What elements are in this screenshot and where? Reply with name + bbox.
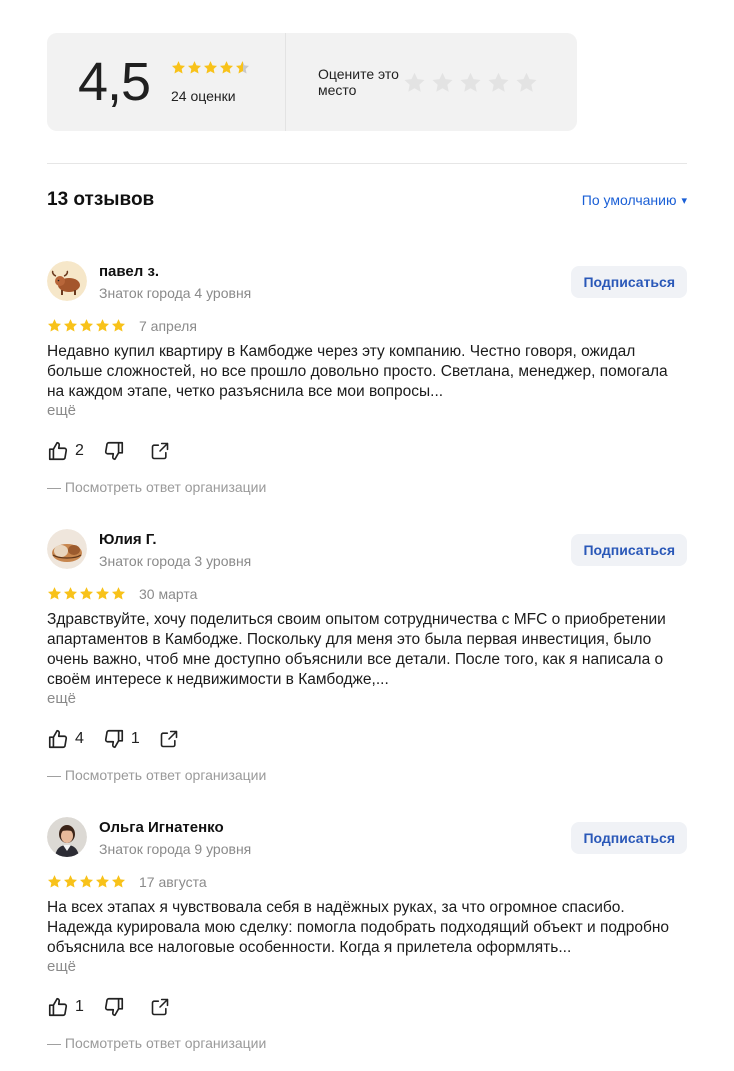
author-name[interactable]: павел з. <box>99 263 159 280</box>
rate-place-label: Оцените это место <box>318 66 399 98</box>
woman-avatar-icon <box>47 817 87 857</box>
thumbs-down-icon <box>104 729 123 749</box>
rate-star-2[interactable] <box>431 71 454 94</box>
star-icon <box>79 875 94 888</box>
like-button[interactable]: 1 <box>47 996 84 1018</box>
review-actions: 4 1 <box>47 728 198 750</box>
half-star-icon <box>235 61 250 74</box>
star-icon <box>171 61 186 74</box>
review-text: На всех этапах я чувствовала себя в надё… <box>47 899 670 956</box>
subscribe-button[interactable]: Подписаться <box>571 822 687 854</box>
rating-summary-card: 4,5 24 оценки Оцените это место <box>47 33 577 131</box>
cat-avatar-icon <box>47 529 87 569</box>
view-org-answer-link[interactable]: — Посмотреть ответ организации <box>47 1035 266 1051</box>
dislike-button[interactable] <box>103 440 131 462</box>
star-icon <box>79 587 94 600</box>
chevron-down-icon: ▾ <box>681 194 687 207</box>
thumbs-up-icon <box>48 441 68 461</box>
review-date: 17 августа <box>139 874 207 890</box>
author-name[interactable]: Юлия Г. <box>99 531 157 548</box>
avatar[interactable] <box>47 529 87 569</box>
star-icon <box>63 875 78 888</box>
star-icon <box>111 587 126 600</box>
dislike-button[interactable]: 1 <box>103 728 140 750</box>
star-icon <box>47 319 62 332</box>
dislike-count: 1 <box>130 730 140 747</box>
share-icon <box>160 730 178 748</box>
like-button[interactable]: 2 <box>47 440 84 462</box>
share-button[interactable] <box>159 729 179 749</box>
more-link[interactable]: ещё <box>47 402 76 419</box>
author-name[interactable]: Ольга Игнатенко <box>99 819 224 836</box>
like-count: 2 <box>75 442 84 459</box>
share-icon <box>151 998 169 1016</box>
rate-stars[interactable] <box>403 71 538 94</box>
thumbs-down-icon <box>104 997 123 1017</box>
like-count: 4 <box>75 730 84 747</box>
star-icon <box>111 319 126 332</box>
review-item: павел з. Знаток города 4 уровня Подписат… <box>47 261 687 501</box>
thumbs-down-icon <box>104 441 123 461</box>
view-org-answer-link[interactable]: — Посмотреть ответ организации <box>47 479 266 495</box>
subscribe-button[interactable]: Подписаться <box>571 534 687 566</box>
rate-star-3[interactable] <box>459 71 482 94</box>
rate-star-4[interactable] <box>487 71 510 94</box>
subscribe-button[interactable]: Подписаться <box>571 266 687 298</box>
star-icon <box>95 875 110 888</box>
star-icon <box>187 61 202 74</box>
review-date: 7 апреля <box>139 318 197 334</box>
yak-avatar-icon <box>47 261 87 301</box>
rating-count: 24 оценки <box>171 88 236 104</box>
dislike-button[interactable] <box>103 996 131 1018</box>
star-icon <box>47 875 62 888</box>
overall-rating: 4,5 24 оценки <box>47 33 286 131</box>
star-icon <box>203 61 218 74</box>
review-actions: 2 <box>47 440 189 462</box>
star-icon <box>47 587 62 600</box>
star-icon <box>95 587 110 600</box>
review-rating-stars <box>47 318 126 333</box>
reviews-count: 13 отзывов <box>47 189 155 210</box>
like-count: 1 <box>75 998 84 1015</box>
review-text: Здравствуйте, хочу поделиться своим опыт… <box>47 611 666 688</box>
divider <box>47 163 687 164</box>
author-level: Знаток города 3 уровня <box>99 553 252 569</box>
review-rating-stars <box>47 874 126 889</box>
star-icon <box>79 319 94 332</box>
review-date: 30 марта <box>139 586 198 602</box>
more-link[interactable]: ещё <box>47 958 76 975</box>
review-rating-stars <box>47 586 126 601</box>
review-item: Ольга Игнатенко Знаток города 9 уровня П… <box>47 817 687 1057</box>
rate-star-1[interactable] <box>403 71 426 94</box>
rate-place: Оцените это место <box>286 33 577 131</box>
avatar[interactable] <box>47 817 87 857</box>
author-level: Знаток города 4 уровня <box>99 285 252 301</box>
review-item: Юлия Г. Знаток города 3 уровня Подписать… <box>47 529 687 789</box>
star-icon <box>111 875 126 888</box>
thumbs-up-icon <box>48 997 68 1017</box>
rating-stars <box>171 60 250 75</box>
avatar[interactable] <box>47 261 87 301</box>
review-text: Недавно купил квартиру в Камбодже через … <box>47 343 668 400</box>
rating-score: 4,5 <box>78 52 151 112</box>
thumbs-up-icon <box>48 729 68 749</box>
share-button[interactable] <box>150 997 170 1017</box>
review-actions: 1 <box>47 996 189 1018</box>
sort-label: По умолчанию <box>581 192 677 208</box>
view-org-answer-link[interactable]: — Посмотреть ответ организации <box>47 767 266 783</box>
share-button[interactable] <box>150 441 170 461</box>
star-icon <box>95 319 110 332</box>
star-icon <box>219 61 234 74</box>
like-button[interactable]: 4 <box>47 728 84 750</box>
more-link[interactable]: ещё <box>47 690 76 707</box>
sort-dropdown[interactable]: По умолчанию ▾ <box>582 192 687 208</box>
author-level: Знаток города 9 уровня <box>99 841 252 857</box>
star-icon <box>63 587 78 600</box>
share-icon <box>151 442 169 460</box>
star-icon <box>63 319 78 332</box>
rate-star-5[interactable] <box>515 71 538 94</box>
